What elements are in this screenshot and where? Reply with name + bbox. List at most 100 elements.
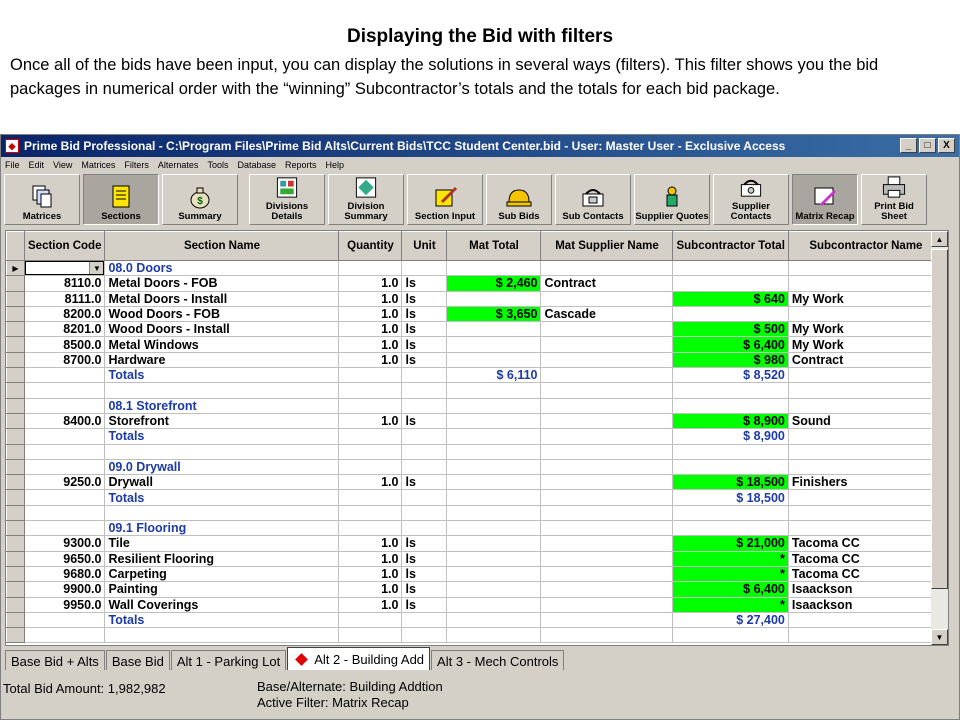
sub-name-cell[interactable]: Tacoma CC <box>787 535 944 552</box>
mat-supplier-cell[interactable] <box>540 611 674 629</box>
table-row[interactable]: 08.1 Storefront <box>6 397 944 414</box>
row-selector[interactable] <box>6 443 25 460</box>
sub-cell[interactable] <box>672 458 789 476</box>
quantity-cell[interactable]: 1.0 <box>338 305 403 323</box>
mat-supplier-cell[interactable] <box>540 428 674 445</box>
mat-total-cell[interactable] <box>446 474 542 491</box>
sub-cell[interactable] <box>672 397 789 414</box>
mat-supplier-cell[interactable] <box>540 550 674 567</box>
section-code-cell[interactable]: 8500.0 <box>23 336 106 353</box>
unit-cell[interactable]: ls <box>401 412 448 430</box>
section-code-cell[interactable] <box>23 458 106 476</box>
sub-cell[interactable] <box>672 443 789 460</box>
table-row[interactable]: 9900.0 Painting 1.0 ls $ 6,400 Isaackson <box>6 581 944 598</box>
vertical-scrollbar[interactable]: ▲ ▼ <box>931 231 948 645</box>
sub-cell[interactable] <box>672 382 789 399</box>
qty-cell[interactable] <box>338 627 403 644</box>
unit-cell[interactable]: ls <box>401 474 448 491</box>
row-selector[interactable] <box>6 367 25 384</box>
table-row[interactable] <box>6 382 944 399</box>
menu-edit[interactable]: Edit <box>29 160 45 170</box>
quantity-cell[interactable]: 1.0 <box>338 351 403 369</box>
mat-total-cell[interactable] <box>446 290 542 307</box>
section-name-cell[interactable]: Metal Windows <box>104 336 340 353</box>
dropdown-arrow-icon[interactable]: ▼ <box>89 262 104 275</box>
tab-alt-3[interactable]: Alt 3 - Mech Controls <box>431 650 565 670</box>
header-sub-name[interactable]: Subcontractor Name <box>787 231 944 261</box>
sub-name-cell[interactable]: Contract <box>787 351 944 369</box>
quantity-cell[interactable]: 1.0 <box>338 474 403 491</box>
row-selector[interactable] <box>6 611 25 629</box>
table-row[interactable]: Totals $ 18,500 <box>6 489 944 506</box>
mat-total-cell[interactable]: $ 3,650 <box>446 305 542 323</box>
mat-cell[interactable] <box>446 504 542 522</box>
mat-supplier-cell[interactable] <box>540 443 674 460</box>
row-selector[interactable] <box>6 474 25 491</box>
menu-alternates[interactable]: Alternates <box>158 160 199 170</box>
section-name-cell[interactable]: Metal Doors - FOB <box>104 275 340 292</box>
row-selector[interactable] <box>6 504 25 522</box>
sub-total-cell[interactable] <box>672 275 789 292</box>
sub-total-cell[interactable]: $ 27,400 <box>672 611 789 629</box>
sub-name-cell[interactable] <box>787 504 944 522</box>
sub-total-cell[interactable]: $ 8,900 <box>672 428 789 445</box>
row-selector[interactable] <box>6 428 25 445</box>
table-row[interactable]: 8201.0 Wood Doors - Install 1.0 ls $ 500 My W… <box>6 321 944 338</box>
section-code-cell[interactable]: 9300.0 <box>23 535 106 552</box>
unit-cell[interactable]: ls <box>401 321 448 338</box>
sub-bids-button[interactable]: Sub Bids <box>486 174 552 225</box>
table-row[interactable]: Totals $ 27,400 <box>6 611 944 629</box>
quantity-cell[interactable]: 1.0 <box>338 550 403 567</box>
section-code-cell[interactable]: 8400.0 <box>23 412 106 430</box>
tab-base-bid-alts[interactable]: Base Bid + Alts <box>5 650 105 670</box>
unit-cell[interactable] <box>401 520 448 537</box>
section-name-cell[interactable]: Wall Coverings <box>104 596 340 613</box>
sub-name-cell[interactable] <box>787 611 944 629</box>
mat-total-cell[interactable]: $ 2,460 <box>446 275 542 292</box>
header-mat-total[interactable]: Mat Total <box>446 231 542 261</box>
menu-filters[interactable]: Filters <box>124 160 149 170</box>
section-name-cell[interactable] <box>104 504 340 522</box>
mat-supplier-cell[interactable] <box>540 627 674 644</box>
mat-cell[interactable] <box>446 520 542 537</box>
section-code-cell[interactable] <box>23 520 106 537</box>
section-name-cell[interactable]: Wood Doors - Install <box>104 321 340 338</box>
sub-total-cell[interactable]: $ 980 <box>672 351 789 369</box>
sub-name-cell[interactable]: My Work <box>787 290 944 307</box>
mat-cell[interactable] <box>446 259 542 277</box>
section-code-cell[interactable] <box>23 504 106 522</box>
row-selector[interactable] <box>6 535 25 552</box>
menu-tools[interactable]: Tools <box>207 160 228 170</box>
header-section-code[interactable]: Section Code <box>23 231 106 261</box>
unit-cell[interactable] <box>401 367 448 384</box>
sub-name-cell[interactable]: Isaackson <box>787 596 944 613</box>
unit-cell[interactable]: ls <box>401 275 448 292</box>
unit-cell[interactable]: ls <box>401 351 448 369</box>
sub-cell[interactable] <box>672 259 789 277</box>
section-name-cell[interactable]: Hardware <box>104 351 340 369</box>
sub-name-cell[interactable] <box>787 397 944 414</box>
unit-cell[interactable]: ls <box>401 336 448 353</box>
minimize-button[interactable]: _ <box>900 138 917 153</box>
menu-view[interactable]: View <box>53 160 72 170</box>
section-name-cell[interactable]: 08.0 Doors <box>104 259 340 277</box>
row-selector[interactable] <box>6 489 25 506</box>
mat-total-cell[interactable] <box>446 581 542 598</box>
sub-total-cell[interactable]: $ 6,400 <box>672 581 789 598</box>
unit-cell[interactable] <box>401 504 448 522</box>
mat-total-cell[interactable] <box>446 351 542 369</box>
division-summary-button[interactable]: Division Summary <box>328 174 404 225</box>
mat-supplier-cell[interactable] <box>540 489 674 506</box>
section-name-cell[interactable]: Wood Doors - FOB <box>104 305 340 323</box>
row-selector[interactable] <box>6 550 25 567</box>
table-row[interactable] <box>6 443 944 460</box>
unit-cell[interactable] <box>401 382 448 399</box>
quantity-cell[interactable]: 1.0 <box>338 565 403 583</box>
quantity-cell[interactable]: 1.0 <box>338 321 403 338</box>
table-row[interactable]: 9950.0 Wall Coverings 1.0 ls * Isaackson <box>6 596 944 613</box>
section-name-cell[interactable]: Metal Doors - Install <box>104 290 340 307</box>
section-code-cell[interactable] <box>23 367 106 384</box>
mat-total-cell[interactable] <box>446 428 542 445</box>
qty-cell[interactable] <box>338 397 403 414</box>
section-code-cell[interactable]: 8201.0 <box>23 321 106 338</box>
